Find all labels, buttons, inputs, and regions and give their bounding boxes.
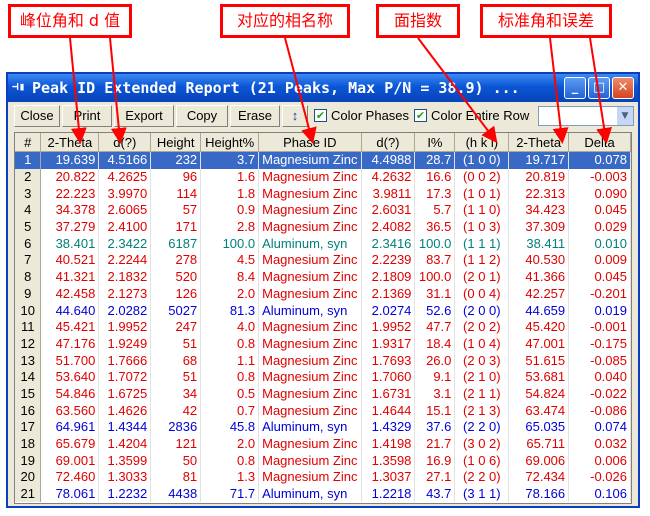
arrow-delta (589, 37, 613, 144)
annotation-arrows (69, 37, 613, 144)
arrow-indices (417, 37, 498, 144)
arrow-peak-position (69, 37, 87, 144)
arrow-standard-angle (549, 37, 569, 144)
arrow-phase-name (284, 37, 317, 144)
arrow-peak-d (109, 37, 127, 144)
